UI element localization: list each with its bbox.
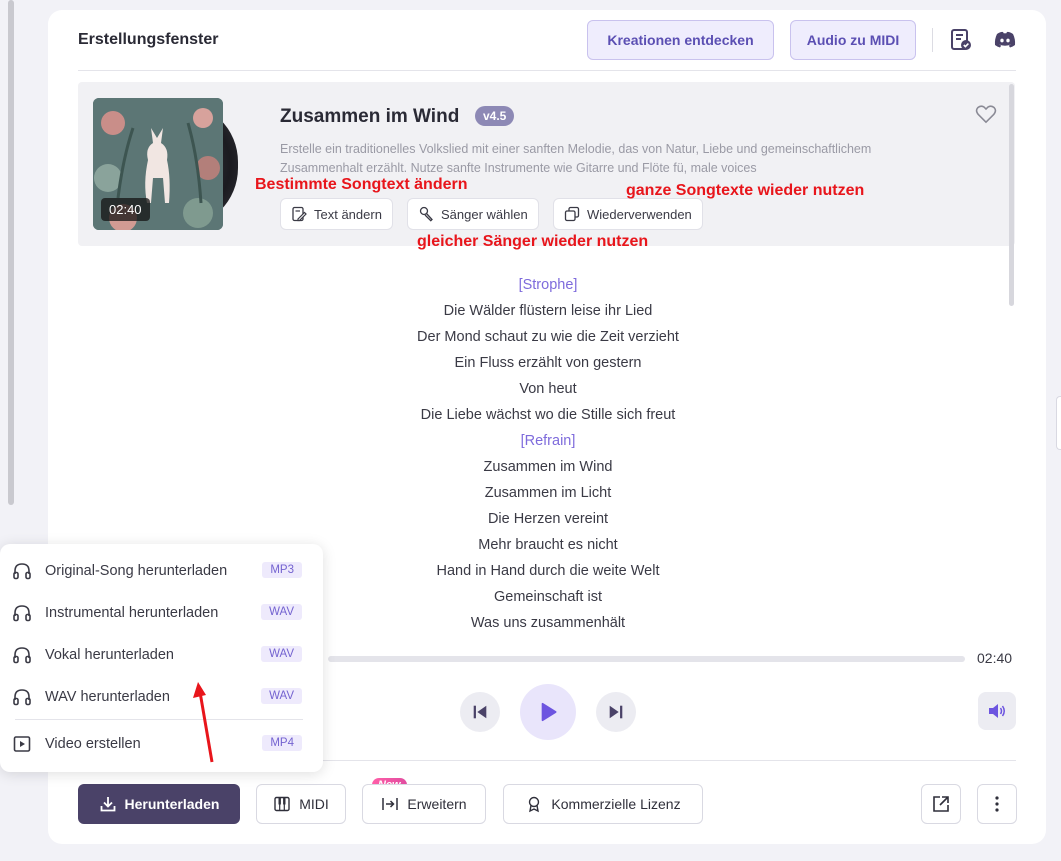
side-tab[interactable] <box>1056 396 1061 450</box>
menu-item-label: Vokal herunterladen <box>45 647 174 663</box>
menu-item-label: Original-Song herunterladen <box>45 563 228 579</box>
create-video-item[interactable]: Video erstellen MP4 <box>12 729 302 759</box>
volume-icon <box>989 704 1005 718</box>
header-divider <box>78 70 1016 71</box>
headphones-icon <box>13 605 31 622</box>
lyric-line: Die Herzen vereint <box>487 511 609 527</box>
lyric-line: Was uns zusammenhält <box>470 615 626 631</box>
format-badge: MP4 <box>262 735 302 751</box>
header-separator <box>932 28 933 52</box>
midi-button[interactable]: MIDI <box>256 784 346 824</box>
skip-back-icon <box>473 705 487 719</box>
lyric-line: Mehr braucht es nicht <box>478 537 618 553</box>
commercial-license-button[interactable]: Kommerzielle Lizenz <box>503 784 703 824</box>
reuse-label: Wiederverwenden <box>587 206 692 222</box>
copy-icon <box>564 206 580 222</box>
headphones-icon <box>13 689 31 706</box>
annotation-reuse-singer: gleicher Sänger wieder nutzen <box>417 233 649 250</box>
lyric-line: Ein Fluss erzählt von gestern <box>454 355 642 371</box>
choose-singer-button[interactable]: Sänger wählen <box>407 198 539 230</box>
award-icon <box>529 796 540 813</box>
edit-text-label: Text ändern <box>314 206 382 222</box>
microphone-icon <box>419 206 433 222</box>
extend-button[interactable]: Erweitern <box>362 784 486 824</box>
version-badge: v4.5 <box>475 106 515 126</box>
extend-label: Erweitern <box>407 796 467 812</box>
song-description: Erstelle ein traditionelles Volkslied mi… <box>280 142 872 175</box>
download-icon <box>100 797 115 812</box>
task-list-icon[interactable] <box>949 28 973 52</box>
page-title: Erstellungsfenster <box>78 31 219 48</box>
reuse-button[interactable]: Wiederverwenden <box>553 198 703 230</box>
share-button[interactable] <box>921 784 961 824</box>
download-menu: Original-Song herunterladen MP3 Instrument… <box>0 544 323 772</box>
volume-button[interactable] <box>978 692 1016 730</box>
extend-icon <box>382 798 399 810</box>
piano-icon <box>274 796 290 812</box>
download-button[interactable]: Herunterladen <box>78 784 240 824</box>
headphones-icon <box>13 647 31 664</box>
external-link-icon <box>933 796 949 812</box>
video-icon <box>13 736 31 752</box>
download-label: Herunterladen <box>124 796 220 812</box>
left-scrollbar[interactable] <box>8 0 14 505</box>
format-badge: WAV <box>261 688 302 704</box>
format-badge: WAV <box>261 646 302 662</box>
more-options-button[interactable] <box>977 784 1017 824</box>
download-original-item[interactable]: Original-Song herunterladen MP3 <box>12 556 302 586</box>
skip-forward-icon <box>609 705 623 719</box>
end-time: 02:40 <box>977 650 1013 666</box>
progress-bar[interactable] <box>328 656 965 662</box>
lyric-line: Der Mond schaut zu wie die Zeit verzieht <box>417 329 679 345</box>
menu-separator <box>15 719 303 720</box>
menu-item-label: WAV herunterladen <box>45 689 170 705</box>
more-vertical-icon <box>995 796 999 812</box>
audio-to-midi-button[interactable]: Audio zu MIDI <box>790 20 916 60</box>
lyric-line: Zusammen im Wind <box>483 459 613 475</box>
edit-document-icon <box>292 206 307 222</box>
song-title: Zusammen im Wind <box>280 106 460 127</box>
format-badge: MP3 <box>262 562 302 578</box>
lyric-line: Die Liebe wächst wo die Stille sich freu… <box>420 407 676 423</box>
lyric-section-label: [Refrain] <box>520 433 576 449</box>
lyric-line: Hand in Hand durch die weite Welt <box>436 563 660 579</box>
red-arrow-annotation <box>193 682 214 763</box>
headphones-icon <box>13 563 31 580</box>
play-icon <box>541 702 557 722</box>
download-wav-item[interactable]: WAV herunterladen WAV <box>12 682 302 712</box>
discover-creations-button[interactable]: Kreationen entdecken <box>587 20 774 60</box>
menu-item-label: Instrumental herunterladen <box>45 605 219 621</box>
menu-item-label: Video erstellen <box>45 736 141 752</box>
heart-icon[interactable] <box>975 104 997 124</box>
license-label: Kommerzielle Lizenz <box>551 796 681 812</box>
lyric-line: Die Wälder flüstern leise ihr Lied <box>443 303 653 319</box>
lyric-section-label: [Strophe] <box>518 277 578 293</box>
download-vocal-item[interactable]: Vokal herunterladen WAV <box>12 640 302 670</box>
annotation-reuse-lyrics: ganze Songtexte wieder nutzen <box>626 182 865 199</box>
format-badge: WAV <box>261 604 302 620</box>
previous-button[interactable] <box>460 692 500 732</box>
next-button[interactable] <box>596 692 636 732</box>
edit-text-button[interactable]: Text ändern <box>280 198 393 230</box>
discord-icon[interactable] <box>993 28 1017 52</box>
lyrics-scrollbar[interactable] <box>1009 84 1014 306</box>
annotation-edit-lyrics: Bestimmte Songtext ändern <box>255 176 468 193</box>
lyric-line: Gemeinschaft ist <box>494 589 602 605</box>
choose-singer-label: Sänger wählen <box>441 206 528 222</box>
lyrics-block: [Strophe] Die Wälder flüstern leise ihr L… <box>298 272 798 636</box>
song-card: 02:40 Zusammen im Wind v4.5 Erstelle ein… <box>78 82 1015 246</box>
download-instrumental-item[interactable]: Instrumental herunterladen WAV <box>12 598 302 628</box>
lyric-line: Von heut <box>519 381 577 397</box>
midi-label: MIDI <box>299 796 329 812</box>
duration-badge: 02:40 <box>101 198 150 221</box>
play-button[interactable] <box>520 684 576 740</box>
song-cover[interactable]: 02:40 <box>93 98 223 230</box>
lyric-line: Zusammen im Licht <box>484 485 612 501</box>
